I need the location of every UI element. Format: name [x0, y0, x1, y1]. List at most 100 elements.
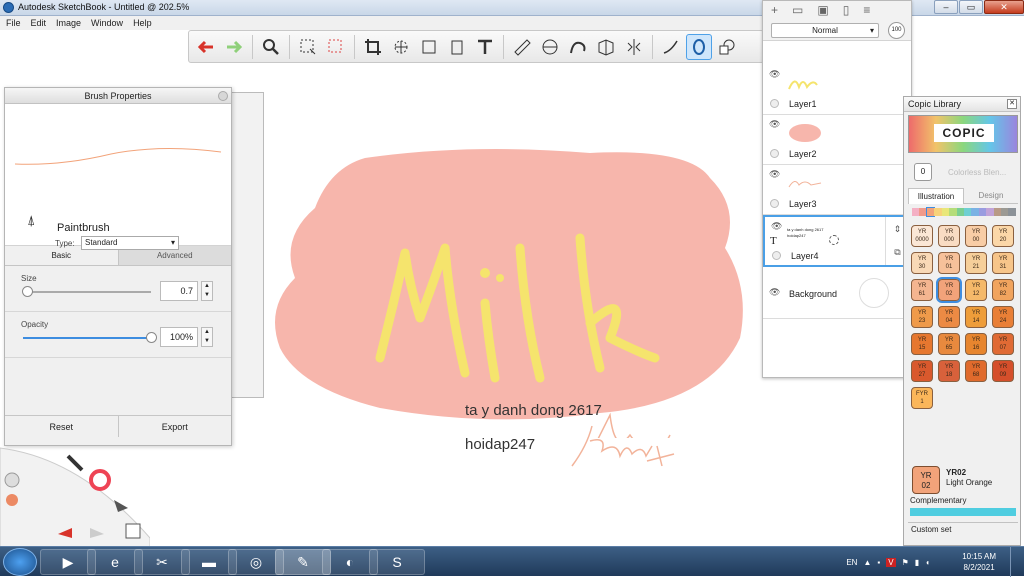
menu-file[interactable]: File	[6, 16, 21, 30]
size-slider-knob[interactable]	[21, 286, 33, 297]
flag-icon[interactable]: ⚑	[902, 558, 909, 567]
select-button[interactable]	[295, 34, 321, 60]
menu-edit[interactable]: Edit	[31, 16, 47, 30]
menu-window[interactable]: Window	[91, 16, 123, 30]
size-stepper[interactable]: ▲ ▼	[201, 281, 213, 301]
visibility-eye-icon[interactable]: 👁	[769, 69, 780, 80]
layer-select-radio[interactable]	[772, 251, 781, 260]
complementary-color-bar[interactable]	[910, 508, 1016, 516]
complementary-label[interactable]: Complementary	[910, 496, 966, 505]
copic-swatch[interactable]: YR 0000	[911, 225, 933, 247]
tray-expand-icon[interactable]: ▲	[863, 558, 871, 567]
copic-swatch[interactable]: YR 000	[938, 225, 960, 247]
brush-size-puck-icon[interactable]	[4, 472, 20, 488]
predictive-stroke-button[interactable]	[686, 33, 712, 60]
export-button[interactable]: Export	[119, 416, 232, 437]
blend-mode-select[interactable]: Normal	[771, 23, 879, 38]
layer-select-radio[interactable]	[770, 99, 779, 108]
copic-swatch[interactable]: FYR 1	[911, 387, 933, 409]
copic-swatch[interactable]: YR 12	[965, 279, 987, 301]
visibility-eye-icon[interactable]: 👁	[769, 119, 780, 130]
visibility-eye-icon[interactable]: 👁	[769, 287, 780, 298]
background-color-swatch[interactable]	[859, 278, 889, 308]
copic-swatch[interactable]: YR 68	[965, 360, 987, 382]
copic-swatch[interactable]: YR 01	[938, 252, 960, 274]
copic-swatch[interactable]: YR 15	[911, 333, 933, 355]
image-icon[interactable]: ▣	[817, 3, 828, 17]
copic-swatch[interactable]: YR 02	[936, 277, 962, 303]
reset-button[interactable]: Reset	[5, 416, 119, 437]
copic-swatch[interactable]: YR 23	[911, 306, 933, 328]
menu-help[interactable]: Help	[133, 16, 152, 30]
lasso-button[interactable]	[323, 34, 349, 60]
layers-icon[interactable]	[125, 523, 141, 539]
background-layer[interactable]: 👁 Background	[763, 269, 911, 319]
fill-button[interactable]	[444, 34, 470, 60]
copic-swatch[interactable]: YR 16	[965, 333, 987, 355]
french-curve-button[interactable]	[565, 34, 591, 60]
symmetry-button[interactable]	[621, 34, 647, 60]
network-icon[interactable]: ▮	[915, 558, 919, 567]
copic-swatch[interactable]: YR 18	[938, 360, 960, 382]
brush-icon[interactable]	[66, 454, 84, 472]
zoom-button[interactable]	[258, 34, 284, 60]
copic-button[interactable]	[714, 34, 740, 60]
size-value-field[interactable]: 0.7	[160, 281, 198, 301]
minimize-button[interactable]: –	[934, 0, 958, 14]
copic-swatch[interactable]: YR 00	[965, 225, 987, 247]
text-button[interactable]	[472, 34, 498, 60]
copic-header[interactable]: Copic Library ✕	[904, 97, 1020, 112]
menu-icon[interactable]: ≡	[863, 3, 870, 17]
copic-swatch[interactable]: YR 20	[992, 225, 1014, 247]
ellipse-guide-button[interactable]	[537, 34, 563, 60]
color-family-bar[interactable]	[912, 207, 1016, 217]
copic-swatch[interactable]: YR 82	[992, 279, 1014, 301]
stroke-button[interactable]	[658, 34, 684, 60]
folder-icon[interactable]: ▭	[792, 3, 803, 17]
copic-swatch[interactable]: YR 24	[992, 306, 1014, 328]
copic-swatch[interactable]: YR 14	[965, 306, 987, 328]
brush-panel-header[interactable]: Brush Properties	[5, 88, 231, 104]
crop-button[interactable]	[360, 34, 386, 60]
opacity-slider-track[interactable]	[23, 337, 151, 339]
layer-select-radio[interactable]	[770, 149, 779, 158]
layer-row[interactable]: 👁 Layer1	[763, 65, 911, 115]
distort-button[interactable]	[416, 34, 442, 60]
language-indicator[interactable]: EN	[846, 558, 857, 567]
opacity-stepper[interactable]: ▲ ▼	[201, 327, 213, 347]
visibility-eye-icon[interactable]: 👁	[769, 169, 780, 180]
antivirus-icon[interactable]: V	[886, 557, 896, 567]
redo-button[interactable]	[221, 34, 247, 60]
copic-swatch[interactable]: YR 30	[911, 252, 933, 274]
tab-illustration[interactable]: Illustration	[908, 188, 964, 204]
ruler-button[interactable]	[509, 34, 535, 60]
color-wheel-icon[interactable]	[89, 469, 111, 491]
clock[interactable]: 10:15 AM 8/2/2021	[962, 551, 996, 573]
perspective-button[interactable]	[593, 34, 619, 60]
layer-row[interactable]: 👁 Layer3	[763, 165, 911, 215]
show-desktop-button[interactable]	[1010, 547, 1024, 577]
copic-swatch[interactable]: YR 65	[938, 333, 960, 355]
color-puck-icon[interactable]	[6, 494, 18, 506]
transform-button[interactable]	[388, 34, 414, 60]
layer-opacity[interactable]: 100	[888, 22, 905, 39]
trash-icon[interactable]: ▯	[843, 3, 850, 17]
panel-close-icon[interactable]	[218, 91, 228, 101]
tray-app-icon[interactable]: ▪	[877, 558, 880, 567]
opacity-value-field[interactable]: 100%	[160, 327, 198, 347]
copic-swatch[interactable]: YR 07	[992, 333, 1014, 355]
menu-image[interactable]: Image	[56, 16, 81, 30]
copic-swatch[interactable]: YR 04	[938, 306, 960, 328]
start-button[interactable]	[3, 548, 37, 576]
size-slider-track[interactable]	[23, 291, 151, 293]
copic-swatch[interactable]: YR 21	[965, 252, 987, 274]
copic-swatch[interactable]: YR 61	[911, 279, 933, 301]
maximize-button[interactable]: ▭	[959, 0, 983, 14]
close-icon[interactable]: ✕	[1007, 99, 1017, 109]
layer-select-radio[interactable]	[770, 199, 779, 208]
taskbar-skype[interactable]: S	[369, 549, 425, 575]
visibility-eye-icon[interactable]: 👁	[771, 221, 782, 232]
layer-row-selected[interactable]: 👁 T ta y danh dong 2617 hoidap247 Layer4…	[763, 215, 911, 267]
close-button[interactable]: ✕	[984, 0, 1024, 14]
tab-design[interactable]: Design	[964, 188, 1018, 204]
